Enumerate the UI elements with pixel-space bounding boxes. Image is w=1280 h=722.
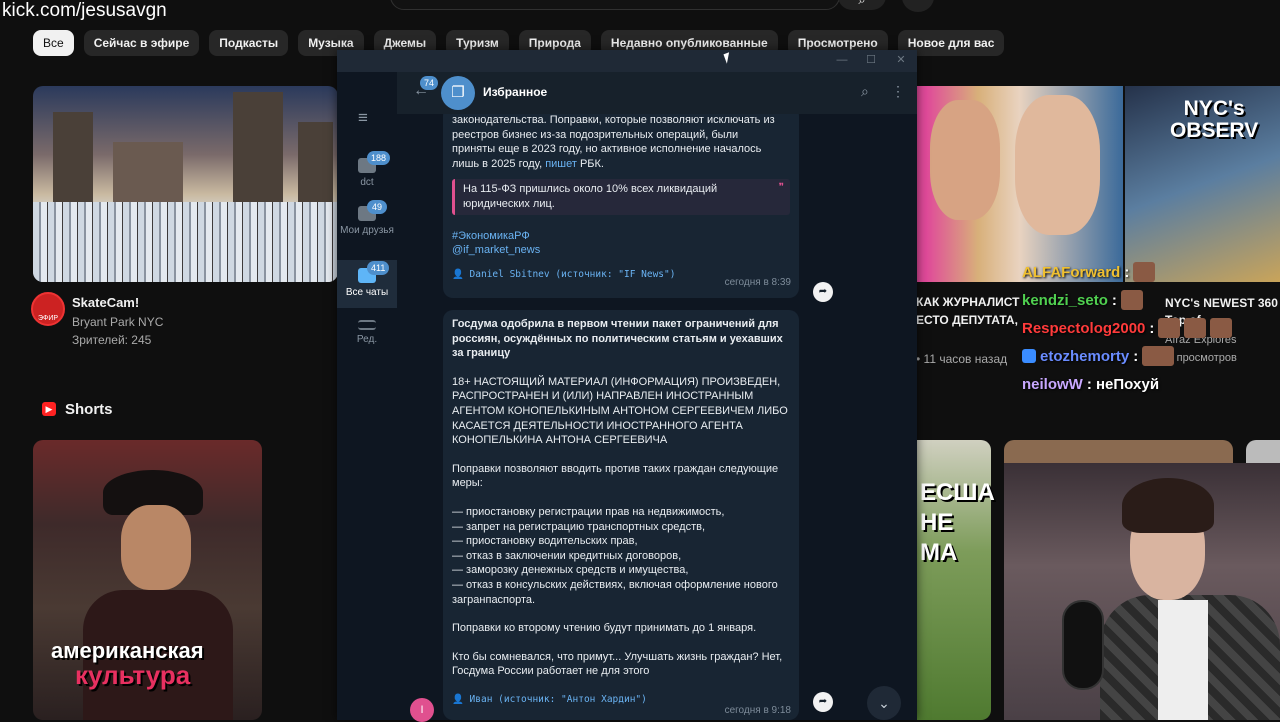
scroll-down-button[interactable]: ⌄: [867, 686, 901, 720]
short-thumbnail-2[interactable]: [275, 440, 337, 720]
folder-sidebar: ≡ 188 dct 49 Мои друзья 411 Все чаты Ред…: [337, 72, 397, 720]
search-button[interactable]: ⌕: [838, 0, 886, 10]
unread-badge: 411: [367, 261, 390, 275]
forward-icon[interactable]: ➦: [813, 282, 833, 302]
emote-icon: [1133, 262, 1156, 282]
chat-username: ALFAForward: [1022, 263, 1121, 281]
voice-search-button[interactable]: [902, 0, 934, 12]
nyc-thumbnail-text: NYC's OBSERV: [1170, 97, 1259, 142]
folder-all-chats[interactable]: 411 Все чаты: [337, 260, 397, 308]
chat-message: Respectolog2000:: [1022, 314, 1280, 342]
chat-message: kendzi_seto:: [1022, 286, 1280, 314]
sliders-icon: [358, 320, 376, 330]
shorts-heading: Shorts: [65, 401, 113, 418]
person-face: [121, 505, 191, 590]
emote-icon: [1210, 318, 1233, 338]
badge-icon: [1022, 349, 1036, 363]
video-title[interactable]: КАК ЖУРНАЛИСТ: [916, 295, 1019, 309]
chat-username: neilowW: [1022, 375, 1083, 393]
search-icon: ⌕: [858, 0, 865, 8]
message-time: сегодня в 9:18: [724, 705, 791, 717]
streamer-hair: [1122, 478, 1214, 533]
list-item: — отказ в заключении кредитных договоров…: [452, 549, 682, 562]
link[interactable]: пишет: [545, 158, 577, 170]
chat-message: neilowW: неПохуй: [1022, 375, 1160, 393]
chat-message: ALFAForward:: [1022, 258, 1280, 286]
foreign-agent-disclaimer: 18+ НАСТОЯЩИЙ МАТЕРИАЛ (ИНФОРМАЦИЯ) ПРОИ…: [452, 375, 788, 447]
window-titlebar[interactable]: — ☐ ✕: [337, 50, 917, 72]
chat-title[interactable]: Избранное: [483, 85, 547, 99]
unread-badge: 74: [420, 76, 439, 90]
hashtag-link[interactable]: #ЭкономикаРФ: [452, 229, 790, 244]
list-item: — приостановку регистрации прав на недви…: [452, 505, 725, 518]
folder-label: dct: [360, 177, 374, 188]
message-list[interactable]: законодательства. Поправки, которые позв…: [397, 114, 917, 720]
quote-icon: ❞: [778, 182, 784, 194]
folder-label: Все чаты: [345, 287, 389, 298]
maximize-button[interactable]: ☐: [861, 52, 881, 68]
list-item: — запрет на регистрацию транспортных сре…: [452, 520, 706, 533]
search-icon[interactable]: ⌕: [861, 83, 869, 100]
person-face: [1015, 95, 1100, 235]
telegram-window: — ☐ ✕ ≡ 188 dct 49 Мои друзья 411 Все ча…: [337, 50, 917, 720]
short-caption: ЕСША НЕ МА: [920, 479, 995, 566]
microphone: [1062, 600, 1104, 690]
message-bubble[interactable]: Госдума одобрила в первом чтении пакет о…: [443, 310, 799, 720]
emote-icon: [1120, 290, 1143, 310]
minimize-button[interactable]: —: [832, 52, 852, 68]
mention-link[interactable]: @if_market_news: [452, 243, 790, 258]
stream-watermark: kick.com/jesusavgn: [2, 0, 167, 21]
chat-username: kendzi_seto: [1022, 291, 1108, 309]
chip-live[interactable]: Сейчас в эфире: [83, 30, 200, 56]
menu-icon[interactable]: ≡: [358, 108, 368, 128]
chip-podcasts[interactable]: Подкасты: [209, 30, 289, 56]
folder-friends[interactable]: 49 Мои друзья: [337, 200, 397, 260]
shorts-icon: ▶: [42, 402, 56, 416]
unread-badge: 49: [367, 200, 387, 214]
forward-icon[interactable]: ➦: [813, 692, 833, 712]
chat-username: Respectolog2000: [1022, 319, 1146, 337]
skating-rink: [33, 202, 338, 282]
folder-edit[interactable]: Ред.: [337, 314, 397, 354]
emote-icon: [1184, 318, 1207, 338]
short-thumbnail[interactable]: американская культура: [33, 440, 262, 720]
more-icon[interactable]: ⋮: [891, 83, 905, 100]
unread-badge: 188: [367, 151, 391, 165]
sender-avatar[interactable]: I: [410, 698, 434, 722]
stream-chat-overlay: ALFAForward: kendzi_seto: Respectolog200…: [1022, 258, 1280, 398]
quote-block: На 115-ФЗ пришлись около 10% всех ликвид…: [452, 179, 790, 215]
live-video-title[interactable]: SkateCam!: [72, 295, 139, 310]
message-time: сегодня в 8:39: [724, 277, 791, 289]
emote-icon: [1142, 346, 1175, 366]
folder-dct[interactable]: 188 dct: [337, 150, 397, 198]
message-title: Госдума одобрила в первом чтении пакет о…: [452, 318, 783, 360]
chip-all[interactable]: Все: [33, 30, 74, 56]
chat-message: etozhemorty:: [1022, 342, 1280, 370]
youtube-search-input[interactable]: [390, 0, 840, 10]
chat-username: etozhemorty: [1040, 347, 1130, 365]
bookmark-icon[interactable]: ❐: [441, 76, 475, 110]
video-title-line2[interactable]: ЕСТО ДЕПУТАТА,: [916, 313, 1018, 327]
person-face: [930, 100, 1000, 220]
message-bubble[interactable]: законодательства. Поправки, которые позв…: [443, 114, 799, 298]
streamer-shirt: [1158, 600, 1208, 720]
list-item: — заморозку денежных средств и имущества…: [452, 564, 689, 577]
live-video-thumbnail[interactable]: [33, 86, 338, 282]
measures-list: — приостановку регистрации прав на недви…: [452, 505, 790, 607]
video-age: • 11 часов назад: [916, 352, 1008, 366]
list-item: — отказ в консульских действиях, включая…: [452, 578, 778, 606]
close-button[interactable]: ✕: [891, 52, 911, 68]
channel-avatar[interactable]: ЭФИР: [31, 292, 65, 326]
live-video-channel[interactable]: Bryant Park NYC: [72, 315, 163, 329]
live-video-viewers: Зрителей: 245: [72, 333, 152, 347]
list-item: — приостановку водительских прав,: [452, 535, 638, 548]
folder-label: Ред.: [356, 334, 378, 345]
emote-icon: [1158, 318, 1181, 338]
folder-label: Мои друзья: [340, 225, 394, 236]
chat-header: ← 74 ❐ Избранное ⌕ ⋮: [397, 72, 917, 114]
short-caption-line2: культура: [75, 660, 191, 690]
